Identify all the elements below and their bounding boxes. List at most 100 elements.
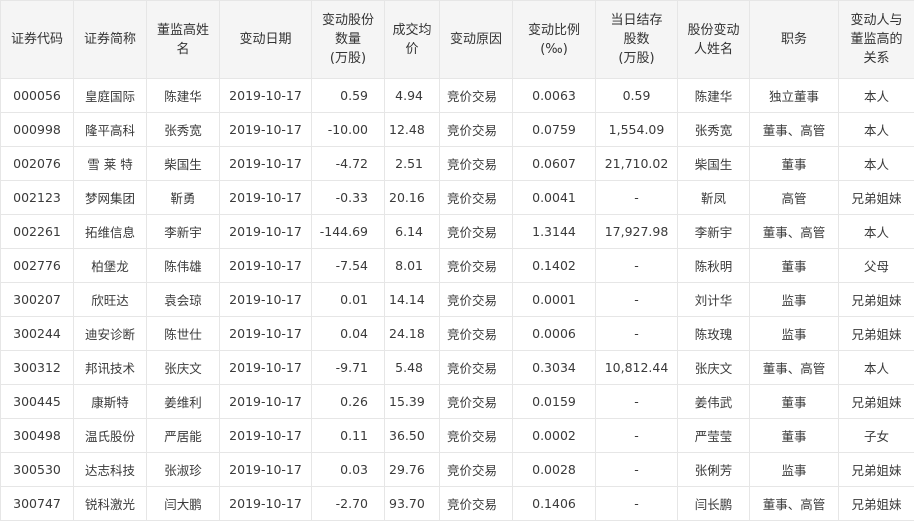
- cell-avg-price: 15.39: [384, 384, 440, 419]
- cell-change-reason: 竞价交易: [439, 418, 513, 453]
- cell-change-date: 2019-10-17: [219, 350, 312, 385]
- cell-change-ratio: 1.3144: [512, 214, 596, 249]
- table-row: 002261 拓维信息 李新宇 2019-10-17 -144.69 6.14 竞价交易 1.…: [0, 214, 914, 249]
- cell-change-date: 2019-10-17: [219, 486, 312, 521]
- cell-change-quantity: -144.69: [311, 214, 385, 249]
- cell-relationship: 本人: [838, 214, 914, 249]
- cell-stock-code: 000998: [0, 112, 74, 147]
- cell-changer-name: 李新宇: [677, 214, 750, 249]
- cell-stock-code: 002261: [0, 214, 74, 249]
- column-header-relationship: 变动人与 董监高的 关系: [838, 0, 914, 79]
- cell-change-date: 2019-10-17: [219, 112, 312, 147]
- column-header-closing-shares: 当日结存 股数 (万股): [595, 0, 678, 79]
- cell-position: 董事: [749, 384, 839, 419]
- cell-relationship: 本人: [838, 112, 914, 147]
- cell-stock-name: 皇庭国际: [73, 78, 147, 113]
- cell-change-ratio: 0.0159: [512, 384, 596, 419]
- insider-trading-table: 证券代码 证券简称 董监高姓 名变动日期 变动股份 数量 (万股) 成交均 价变动原因变…: [0, 0, 914, 521]
- cell-executive-name: 严居能: [146, 418, 220, 453]
- cell-change-date: 2019-10-17: [219, 248, 312, 283]
- cell-relationship: 兄弟姐妹: [838, 384, 914, 419]
- cell-change-reason: 竞价交易: [439, 78, 513, 113]
- cell-changer-name: 张俐芳: [677, 452, 750, 487]
- cell-avg-price: 93.70: [384, 486, 440, 521]
- cell-closing-shares: 21,710.02: [595, 146, 678, 181]
- column-header-changer-name: 股份变动 人姓名: [677, 0, 750, 79]
- cell-change-quantity: -4.72: [311, 146, 385, 181]
- cell-avg-price: 12.48: [384, 112, 440, 147]
- table-row: 300530 达志科技 张淑珍 2019-10-17 0.03 29.76 竞价交易 0.00…: [0, 452, 914, 487]
- cell-change-quantity: -0.33: [311, 180, 385, 215]
- cell-change-date: 2019-10-17: [219, 214, 312, 249]
- cell-position: 独立董事: [749, 78, 839, 113]
- cell-change-ratio: 0.3034: [512, 350, 596, 385]
- cell-stock-code: 002776: [0, 248, 74, 283]
- cell-executive-name: 姜维利: [146, 384, 220, 419]
- cell-relationship: 本人: [838, 146, 914, 181]
- cell-executive-name: 张庆文: [146, 350, 220, 385]
- cell-relationship: 兄弟姐妹: [838, 282, 914, 317]
- cell-change-ratio: 0.1402: [512, 248, 596, 283]
- cell-changer-name: 柴国生: [677, 146, 750, 181]
- table-row: 300747 锐科激光 闫大鹏 2019-10-17 -2.70 93.70 竞价交易 0.1…: [0, 486, 914, 521]
- cell-change-date: 2019-10-17: [219, 452, 312, 487]
- column-header-change-quantity: 变动股份 数量 (万股): [311, 0, 385, 79]
- cell-avg-price: 5.48: [384, 350, 440, 385]
- cell-position: 董事: [749, 248, 839, 283]
- column-header-change-ratio: 变动比例 (‰): [512, 0, 596, 79]
- cell-change-ratio: 0.0006: [512, 316, 596, 351]
- cell-changer-name: 张庆文: [677, 350, 750, 385]
- cell-change-date: 2019-10-17: [219, 282, 312, 317]
- cell-stock-name: 邦讯技术: [73, 350, 147, 385]
- cell-change-reason: 竞价交易: [439, 486, 513, 521]
- cell-change-quantity: 0.59: [311, 78, 385, 113]
- table-row: 000998 隆平高科 张秀宽 2019-10-17 -10.00 12.48 竞价交易 0.…: [0, 112, 914, 147]
- cell-change-ratio: 0.0001: [512, 282, 596, 317]
- cell-relationship: 本人: [838, 350, 914, 385]
- column-header-executive-name: 董监高姓 名: [146, 0, 220, 79]
- cell-closing-shares: 0.59: [595, 78, 678, 113]
- cell-change-quantity: 0.03: [311, 452, 385, 487]
- cell-relationship: 父母: [838, 248, 914, 283]
- cell-changer-name: 靳凤: [677, 180, 750, 215]
- cell-change-quantity: -10.00: [311, 112, 385, 147]
- cell-change-date: 2019-10-17: [219, 146, 312, 181]
- cell-change-quantity: -7.54: [311, 248, 385, 283]
- cell-change-quantity: -9.71: [311, 350, 385, 385]
- cell-avg-price: 6.14: [384, 214, 440, 249]
- cell-change-date: 2019-10-17: [219, 384, 312, 419]
- cell-executive-name: 柴国生: [146, 146, 220, 181]
- cell-change-reason: 竞价交易: [439, 350, 513, 385]
- cell-position: 董事、高管: [749, 112, 839, 147]
- cell-change-reason: 竞价交易: [439, 146, 513, 181]
- cell-executive-name: 张淑珍: [146, 452, 220, 487]
- cell-position: 董事、高管: [749, 486, 839, 521]
- table-row: 002776 柏堡龙 陈伟雄 2019-10-17 -7.54 8.01 竞价交易 0.140…: [0, 248, 914, 283]
- cell-closing-shares: -: [595, 282, 678, 317]
- cell-stock-code: 300498: [0, 418, 74, 453]
- cell-changer-name: 闫长鹏: [677, 486, 750, 521]
- cell-closing-shares: -: [595, 384, 678, 419]
- cell-change-reason: 竞价交易: [439, 112, 513, 147]
- cell-closing-shares: 10,812.44: [595, 350, 678, 385]
- cell-changer-name: 刘计华: [677, 282, 750, 317]
- cell-change-quantity: 0.26: [311, 384, 385, 419]
- cell-position: 董事: [749, 146, 839, 181]
- cell-executive-name: 陈伟雄: [146, 248, 220, 283]
- cell-avg-price: 8.01: [384, 248, 440, 283]
- cell-position: 高管: [749, 180, 839, 215]
- cell-stock-code: 300244: [0, 316, 74, 351]
- cell-stock-code: 002076: [0, 146, 74, 181]
- cell-executive-name: 袁会琼: [146, 282, 220, 317]
- cell-avg-price: 2.51: [384, 146, 440, 181]
- cell-closing-shares: 17,927.98: [595, 214, 678, 249]
- column-header-position: 职务: [749, 0, 839, 79]
- cell-position: 董事: [749, 418, 839, 453]
- header-row: 证券代码 证券简称 董监高姓 名变动日期 变动股份 数量 (万股) 成交均 价变动原因变…: [0, 0, 914, 79]
- cell-relationship: 兄弟姐妹: [838, 486, 914, 521]
- cell-change-ratio: 0.0063: [512, 78, 596, 113]
- cell-stock-name: 欣旺达: [73, 282, 147, 317]
- cell-closing-shares: -: [595, 418, 678, 453]
- cell-change-ratio: 0.0002: [512, 418, 596, 453]
- cell-relationship: 子女: [838, 418, 914, 453]
